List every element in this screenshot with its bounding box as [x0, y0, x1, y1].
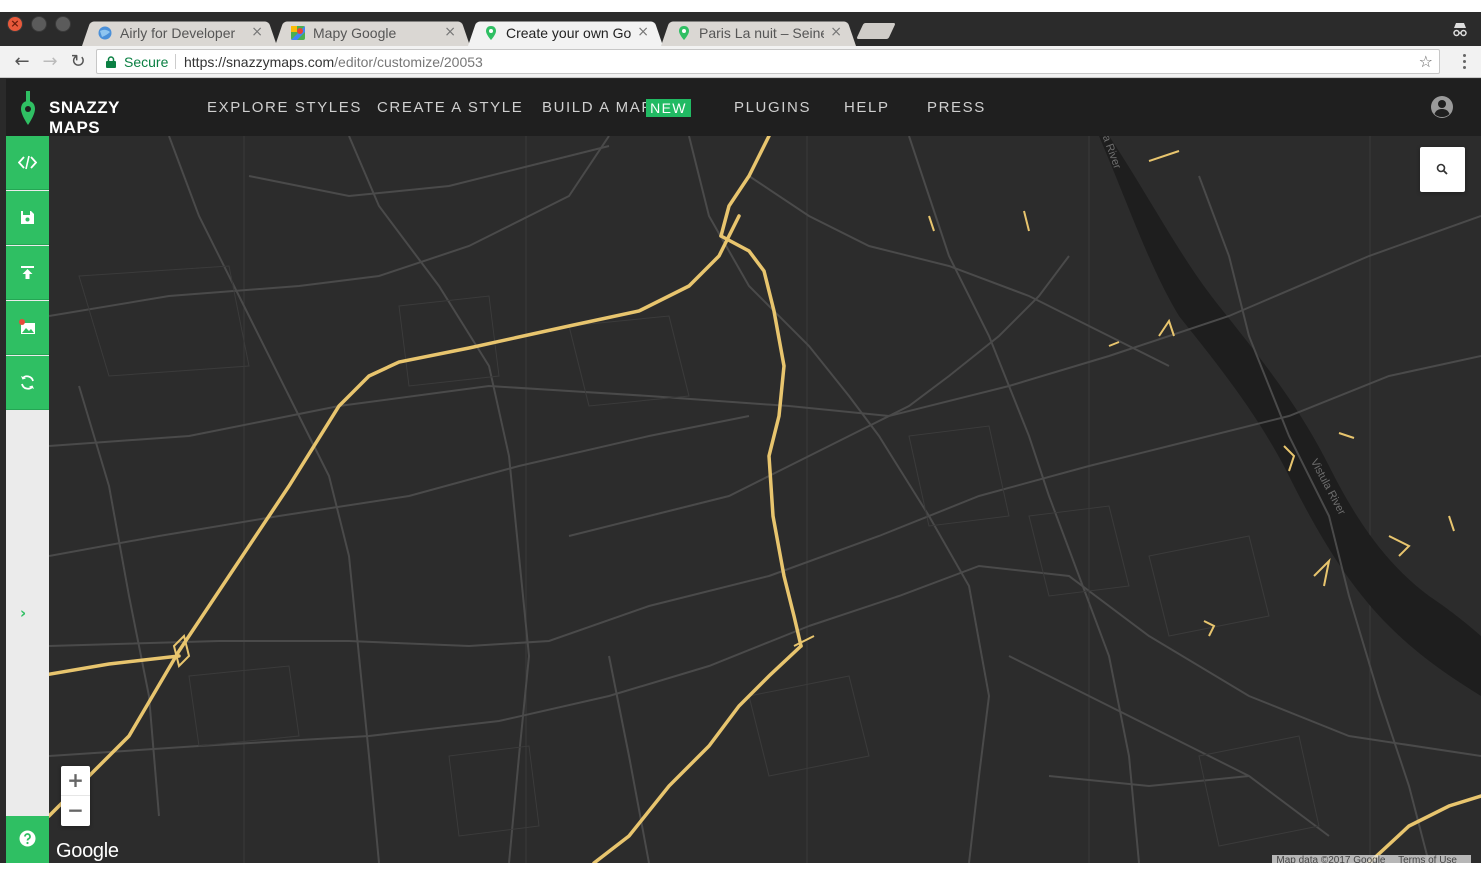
incognito-icon — [1453, 23, 1467, 37]
brand-name: SNAZZY MAPS — [49, 98, 120, 137]
browser-toolbar: ← → ↻ Secure https://snazzymaps.com/edit… — [0, 46, 1481, 78]
map-roads — [49, 136, 1481, 863]
tab-paris-la-nuit[interactable]: Paris La nuit – Seine × — [661, 19, 856, 46]
terms-of-use-link[interactable]: Terms of Use — [1398, 855, 1457, 863]
bookmark-star-icon[interactable]: ☆ — [1419, 52, 1433, 71]
tab-title: Create your own Go — [506, 25, 631, 41]
editor-sidebar: › — [6, 136, 49, 863]
zoom-out-button[interactable]: − — [61, 796, 90, 826]
zoom-in-button[interactable]: + — [61, 766, 90, 796]
globe-icon — [98, 26, 112, 40]
tab-close-button[interactable]: × — [637, 24, 649, 40]
help-button[interactable] — [6, 816, 49, 863]
nav-create-a-style[interactable]: CREATE A STYLE — [377, 99, 523, 116]
upload-icon — [21, 266, 34, 279]
window-maximize-button[interactable] — [55, 16, 71, 32]
tab-strip: × Airly for Developer × Mapy Google × Cr… — [0, 12, 1481, 46]
code-icon — [18, 155, 37, 170]
map-search-button[interactable] — [1420, 147, 1465, 192]
sync-icon — [21, 375, 34, 390]
browser-window: × Airly for Developer × Mapy Google × Cr… — [0, 12, 1481, 863]
code-view-button[interactable] — [6, 136, 49, 190]
browser-menu-icon[interactable] — [1463, 54, 1467, 72]
nav-press[interactable]: PRESS — [927, 99, 986, 116]
preview-image-button[interactable] — [6, 301, 49, 355]
url-path: /editor/customize/20053 — [334, 54, 483, 70]
publish-button[interactable] — [6, 246, 49, 300]
back-button[interactable]: ← — [11, 51, 33, 73]
save-button[interactable] — [6, 191, 49, 245]
google-logo[interactable]: Google — [56, 840, 119, 863]
window-close-button[interactable]: × — [7, 16, 23, 32]
help-icon — [19, 830, 36, 847]
url-host: https://snazzymaps.com — [184, 54, 335, 70]
expand-panel-chevron-icon[interactable]: › — [20, 604, 26, 622]
new-badge: NEW — [646, 99, 691, 117]
reset-button[interactable] — [6, 356, 49, 410]
url-text[interactable]: https://snazzymaps.com/editor/customize/… — [184, 54, 483, 70]
tab-title: Paris La nuit – Seine — [699, 25, 824, 41]
google-maps-icon — [291, 26, 305, 40]
tab-close-button[interactable]: × — [444, 24, 456, 40]
pen-pin-icon — [21, 91, 35, 125]
search-icon — [1436, 163, 1448, 175]
tab-close-button[interactable]: × — [251, 24, 263, 40]
tab-title: Airly for Developer — [120, 25, 236, 41]
snazzy-maps-logo[interactable]: SNAZZY MAPS — [20, 91, 170, 137]
nav-help[interactable]: HELP — [844, 99, 890, 116]
forward-button[interactable]: → — [39, 51, 61, 73]
reload-button[interactable]: ↻ — [67, 51, 89, 73]
tab-snazzy-editor[interactable]: Create your own Go × — [468, 19, 663, 46]
zoom-control: + − — [61, 766, 90, 826]
new-tab-button[interactable] — [856, 23, 896, 39]
map-pin-icon — [486, 26, 496, 40]
site-header: SNAZZY MAPS EXPLORE STYLES CREATE A STYL… — [6, 79, 1481, 137]
map-canvas[interactable]: a River Vistula River + − Google Map dat… — [49, 136, 1481, 863]
divider — [175, 54, 176, 69]
save-icon — [21, 211, 34, 224]
address-bar[interactable]: Secure https://snazzymaps.com/editor/cus… — [96, 49, 1440, 74]
window-minimize-button[interactable] — [31, 16, 47, 32]
nav-explore-styles[interactable]: EXPLORE STYLES — [207, 99, 362, 116]
nav-plugins[interactable]: PLUGINS — [734, 99, 811, 116]
map-pin-icon — [679, 26, 689, 40]
tab-close-button[interactable]: × — [830, 24, 842, 40]
lock-icon — [106, 56, 116, 68]
tab-airly[interactable]: Airly for Developer × — [82, 19, 277, 46]
image-icon — [19, 319, 35, 334]
tab-mapy-google[interactable]: Mapy Google × — [275, 19, 470, 46]
map-data-credit[interactable]: Map data ©2017 Google — [1276, 855, 1385, 863]
secure-label: Secure — [124, 54, 169, 70]
account-icon[interactable] — [1431, 96, 1453, 118]
map-attribution: Map data ©2017 Google Terms of Use — [1272, 855, 1471, 863]
tab-title: Mapy Google — [313, 25, 397, 41]
nav-build-a-map[interactable]: BUILD A MAP — [542, 99, 653, 116]
